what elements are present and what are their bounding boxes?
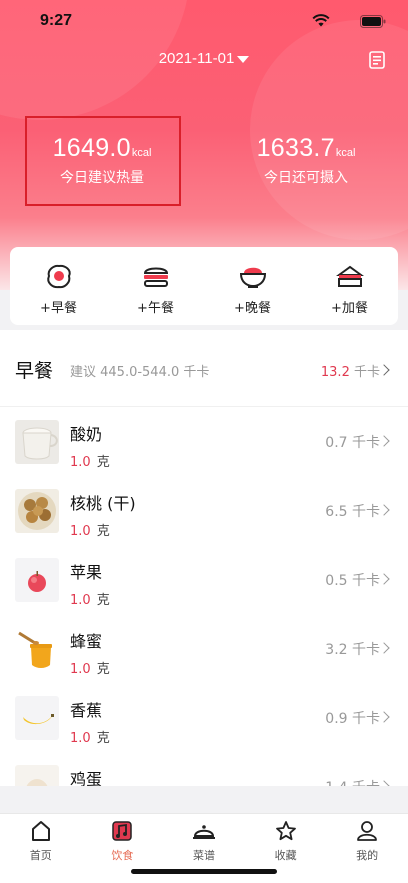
food-quantity-value: 1.0 [70, 662, 91, 677]
food-item[interactable]: 酸奶 1.0 克 0.7 千卡 [0, 407, 408, 476]
food-quantity-unit: 克 [96, 662, 110, 677]
add-breakfast-button[interactable]: +早餐 [10, 247, 107, 325]
diet-icon [112, 821, 133, 841]
home-icon [31, 821, 50, 841]
food-name: 核桃 (干) [70, 494, 136, 513]
food-quantity: 1.0 克 [70, 520, 110, 539]
apple-icon [15, 558, 59, 602]
food-quantity-value: 1.0 [70, 455, 91, 470]
breakfast-section-header[interactable]: 早餐 建议 445.0-544.0 千卡 13.2 千卡 [0, 330, 408, 406]
cake-icon [335, 265, 364, 287]
section-hint: 建议 445.0-544.0 千卡 [70, 365, 210, 380]
rice-bowl-icon [239, 267, 266, 288]
food-item[interactable]: 苹果 1.0 克 0.5 千卡 [0, 545, 408, 614]
egg-icon [46, 264, 71, 289]
food-quantity-unit: 克 [96, 731, 110, 746]
tab-home[interactable]: 首页 [0, 814, 82, 883]
tab-recipes-label: 菜谱 [192, 849, 215, 862]
food-calories: 0.7 千卡 [325, 435, 380, 451]
tab-favorites-label: 收藏 [274, 849, 297, 862]
walnut-icon [15, 489, 59, 533]
food-quantity-unit: 克 [96, 593, 110, 608]
food-name: 苹果 [70, 563, 103, 582]
remaining-value: 1633.7 [256, 134, 335, 162]
burger-icon [143, 267, 168, 287]
food-name: 香蕉 [70, 701, 103, 720]
highlight-box [25, 116, 181, 206]
food-calories: 0.9 千卡 [325, 711, 380, 727]
add-snack-label: +加餐 [331, 301, 368, 316]
remaining-unit: kcal [335, 147, 356, 159]
food-quantity: 1.0 克 [70, 589, 110, 608]
food-item[interactable]: 香蕉 1.0 克 0.9 千卡 [0, 683, 408, 752]
star-icon [275, 821, 296, 841]
battery-icon [360, 15, 386, 28]
food-quantity-value: 1.0 [70, 524, 91, 539]
food-name: 蜂蜜 [70, 632, 103, 651]
chevron-right-icon [378, 780, 390, 786]
add-snack-button[interactable]: +加餐 [301, 247, 398, 325]
food-quantity: 1.0 克 [70, 658, 110, 677]
chevron-right-icon [378, 711, 390, 723]
tab-profile[interactable]: 我的 [326, 814, 408, 883]
status-bar: 9:27 [0, 0, 408, 44]
food-calories: 1.4 千卡 [325, 777, 380, 786]
meal-add-card: +早餐 +午餐 +晚餐 +加餐 [10, 247, 398, 325]
date-selector[interactable]: 2021-11-01 [0, 50, 408, 67]
home-indicator [131, 869, 277, 874]
document-icon[interactable] [369, 51, 385, 69]
chevron-right-icon [378, 364, 390, 376]
section-total: 13.2 千卡 [321, 361, 380, 380]
food-name: 鸡蛋 [70, 770, 103, 786]
section-total-value: 13.2 [320, 365, 350, 380]
chevron-right-icon [378, 435, 390, 447]
chevron-right-icon [378, 504, 390, 516]
yogurt-icon [15, 420, 59, 464]
food-quantity-unit: 克 [96, 524, 110, 539]
food-calories: 3.2 千卡 [325, 642, 380, 658]
food-list: 酸奶 1.0 克 0.7 千卡 核桃 (干) 1.0 克 6.5 千卡 苹果 1… [0, 407, 408, 786]
food-quantity-value: 1.0 [70, 731, 91, 746]
chevron-right-icon [378, 642, 390, 654]
meal-content: 早餐 建议 445.0-544.0 千卡 13.2 千卡 酸奶 1.0 克 0.7… [0, 330, 408, 786]
food-item[interactable]: 核桃 (干) 1.0 克 6.5 千卡 [0, 476, 408, 545]
wifi-icon [312, 14, 330, 27]
remaining-label: 今日还可摄入 [264, 170, 348, 186]
profile-icon [357, 821, 378, 841]
food-quantity-value: 1.0 [70, 593, 91, 608]
caret-down-icon [237, 55, 250, 63]
tab-diet-label: 饮食 [111, 849, 134, 862]
food-name: 酸奶 [70, 425, 103, 444]
remaining-calories: 1633.7kcal 今日还可摄入 [204, 134, 408, 187]
cloche-icon [192, 825, 215, 839]
add-dinner-label: +晚餐 [234, 301, 271, 316]
food-quantity: 1.0 克 [70, 451, 110, 470]
tab-profile-label: 我的 [356, 849, 379, 862]
add-lunch-label: +午餐 [137, 301, 174, 316]
section-title: 早餐 [15, 360, 54, 382]
egg-photo-icon [15, 765, 59, 786]
chevron-right-icon [378, 573, 390, 585]
food-item[interactable]: 蜂蜜 1.0 克 3.2 千卡 [0, 614, 408, 683]
add-dinner-button[interactable]: +晚餐 [204, 247, 301, 325]
section-total-unit: 千卡 [353, 365, 380, 380]
food-quantity-unit: 克 [96, 455, 110, 470]
status-time: 9:27 [40, 12, 73, 29]
food-calories: 0.5 千卡 [325, 573, 380, 589]
tab-home-label: 首页 [29, 849, 52, 862]
food-item[interactable]: 鸡蛋 1.4 千卡 [0, 752, 408, 786]
add-breakfast-label: +早餐 [40, 301, 77, 316]
food-calories: 6.5 千卡 [325, 504, 380, 520]
honey-icon [15, 627, 59, 671]
banana-icon [15, 696, 59, 740]
food-quantity: 1.0 克 [70, 727, 110, 746]
date-text: 2021-11-01 [158, 50, 235, 67]
add-lunch-button[interactable]: +午餐 [107, 247, 204, 325]
